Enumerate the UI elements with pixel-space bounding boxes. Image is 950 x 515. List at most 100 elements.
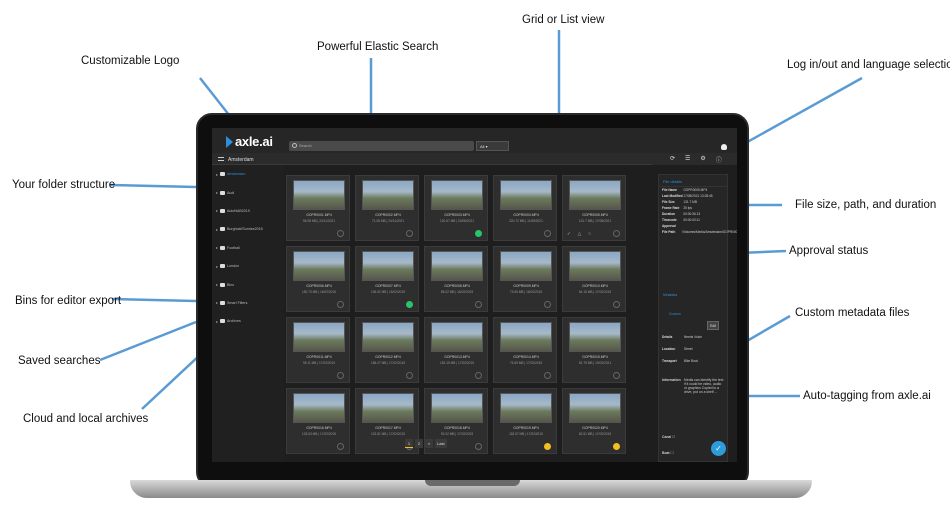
approval-status-icon[interactable] <box>613 443 620 450</box>
asset-card[interactable]: GOPR0002.MP4 71.08 MB | 24/11/2021 <box>355 175 419 241</box>
sidebar-item[interactable]: ▸ London <box>212 257 284 275</box>
custom-tab[interactable]: Custom <box>659 312 729 316</box>
sidebar-item[interactable]: ▸ Bins <box>212 275 284 293</box>
file-details-header[interactable]: File details <box>659 175 727 187</box>
thumbnail[interactable] <box>569 322 621 352</box>
approval-status-icon[interactable] <box>337 443 344 450</box>
page-2-button[interactable]: 2 <box>415 439 423 448</box>
warning-icon[interactable]: △ <box>578 231 581 237</box>
approval-status-icon[interactable] <box>337 301 344 308</box>
caret-icon[interactable]: ▸ <box>216 245 218 250</box>
approval-status-icon[interactable] <box>544 230 551 237</box>
thumbnail[interactable] <box>293 393 345 423</box>
approval-status-icon[interactable] <box>544 372 551 379</box>
caret-icon[interactable]: ▸ <box>216 264 218 269</box>
thumbnail[interactable] <box>293 180 345 210</box>
circle-icon[interactable]: ○ <box>588 231 591 237</box>
asset-card[interactable]: GOPR0019.MP4 118.57 MB | 17/02/2015 <box>493 388 557 454</box>
sidebar-item[interactable]: ▸ Burghold/Sunrise2018 <box>212 220 284 238</box>
approval-status-icon[interactable] <box>613 301 620 308</box>
logo[interactable]: axle.ai <box>226 134 273 149</box>
sidebar-item[interactable]: ▸ Smart Filters <box>212 294 284 312</box>
approval-status-icon[interactable] <box>406 301 413 308</box>
asset-card[interactable]: GOPR0014.MP4 75.69 MB | 17/02/2015 <box>493 317 557 383</box>
asset-card[interactable]: GOPR0010.MP4 64.15 MB | 17/02/2015 <box>562 246 626 312</box>
sidebar-item[interactable]: ▸ Football <box>212 239 284 257</box>
approval-status-icon[interactable] <box>544 443 551 450</box>
settings-icon[interactable]: ⚙ <box>700 155 705 165</box>
info-icon[interactable]: ⓘ <box>716 155 722 165</box>
asset-card[interactable]: GOPR0005.MP4 131.7 MB | 17/08/2021 ✓ △ ○ <box>562 175 626 241</box>
check-icon[interactable]: ✓ <box>567 231 571 237</box>
thumbnail[interactable] <box>500 180 552 210</box>
asset-card[interactable]: GOPR0013.MP4 153.15 MB | 17/02/2015 <box>424 317 488 383</box>
user-icon[interactable] <box>721 144 727 150</box>
thumbnail[interactable] <box>569 180 621 210</box>
thumbnail[interactable] <box>293 322 345 352</box>
asset-card[interactable]: GOPR0001.MP4 55.95 MB | 24/11/2021 <box>286 175 350 241</box>
thumbnail[interactable] <box>500 393 552 423</box>
approval-status-icon[interactable] <box>406 372 413 379</box>
thumbnail[interactable] <box>431 322 483 352</box>
save-check-button[interactable]: ✓ <box>711 441 726 456</box>
metadata-row[interactable]: Transport Bike Boat <box>659 355 729 367</box>
asset-card[interactable]: GOPR0012.MP4 156.27 MB | 17/02/2015 <box>355 317 419 383</box>
thumbnail[interactable] <box>569 251 621 281</box>
canal-checkbox[interactable]: Canal ☐ <box>659 435 729 439</box>
metadata-row[interactable]: Details Needs Voice <box>659 331 729 343</box>
thumbnail[interactable] <box>500 322 552 352</box>
asset-card[interactable]: GOPR0020.MP4 60.51 MB | 17/02/2015 <box>562 388 626 454</box>
caret-icon[interactable]: ▸ <box>216 190 218 195</box>
sidebar-item[interactable]: ▸ Audi <box>212 183 284 201</box>
asset-card[interactable]: GOPR0003.MP4 120.67 MB | 03/08/2021 <box>424 175 488 241</box>
caret-icon[interactable]: ▸ <box>216 282 218 287</box>
asset-card[interactable]: GOPR0011.MP4 95.11 MB | 17/02/2015 <box>286 317 350 383</box>
caret-icon[interactable]: ▸ <box>216 319 218 324</box>
asset-card[interactable]: GOPR0016.MP4 133.53 MB | 17/02/2015 <box>286 388 350 454</box>
thumbnail[interactable] <box>431 393 483 423</box>
caret-icon[interactable]: ▸ <box>216 300 218 305</box>
approval-status-icon[interactable] <box>337 372 344 379</box>
sidebar-item[interactable]: ▸ AutoNAB2019 <box>212 202 284 220</box>
search-scope-select[interactable]: All ▾ <box>476 141 509 151</box>
search-input[interactable]: Search <box>289 141 474 151</box>
approval-status-icon[interactable] <box>475 230 482 237</box>
approval-status-icon[interactable] <box>475 301 482 308</box>
thumbnail[interactable] <box>362 180 414 210</box>
thumbnail[interactable] <box>362 251 414 281</box>
asset-card[interactable]: GOPR0015.MP4 82.75 MB | 10/02/2021 <box>562 317 626 383</box>
sidebar-item[interactable]: ▸ Archives <box>212 312 284 330</box>
thumbnail[interactable] <box>431 251 483 281</box>
thumbnail[interactable] <box>362 322 414 352</box>
approval-status-icon[interactable] <box>337 230 344 237</box>
asset-card[interactable]: GOPR0009.MP4 73.65 MB | 16/02/2015 <box>493 246 557 312</box>
last-page-button[interactable]: Last <box>435 439 447 448</box>
approval-status-icon[interactable] <box>613 230 620 237</box>
next-page-button[interactable]: » <box>425 439 433 448</box>
thumbnail[interactable] <box>431 180 483 210</box>
edit-button[interactable]: Edit <box>707 321 719 330</box>
metadata-header[interactable]: Metadata <box>659 293 729 297</box>
approval-status-icon[interactable] <box>475 443 482 450</box>
asset-card[interactable]: GOPR0007.MP4 106.52 MB | 16/02/2015 <box>355 246 419 312</box>
page-1-button[interactable]: 1 <box>405 439 413 448</box>
asset-card[interactable]: GOPR0008.MP4 85.02 MB | 16/02/2015 <box>424 246 488 312</box>
refresh-icon[interactable]: ⟳ <box>670 155 675 165</box>
sidebar-item[interactable]: ▸ Amsterdam <box>212 165 284 183</box>
list-view-icon[interactable]: ☰ <box>685 155 690 165</box>
thumbnail[interactable] <box>500 251 552 281</box>
approval-status-icon[interactable] <box>544 301 551 308</box>
asset-card[interactable]: GOPR0006.MP4 150.73 MB | 16/02/2015 <box>286 246 350 312</box>
thumbnail[interactable] <box>362 393 414 423</box>
caret-icon[interactable]: ▸ <box>216 227 218 232</box>
approval-status-icon[interactable] <box>406 230 413 237</box>
thumbnail[interactable] <box>569 393 621 423</box>
caret-icon[interactable]: ▸ <box>216 172 218 177</box>
menu-icon[interactable] <box>218 157 224 161</box>
approval-status-icon[interactable] <box>613 372 620 379</box>
asset-card[interactable]: GOPR0004.MP4 220.72 MB | 11/08/2021 <box>493 175 557 241</box>
caret-icon[interactable]: ▸ <box>216 208 218 213</box>
metadata-row[interactable]: Location Street <box>659 343 729 355</box>
thumbnail[interactable] <box>293 251 345 281</box>
approval-status-icon[interactable] <box>475 372 482 379</box>
